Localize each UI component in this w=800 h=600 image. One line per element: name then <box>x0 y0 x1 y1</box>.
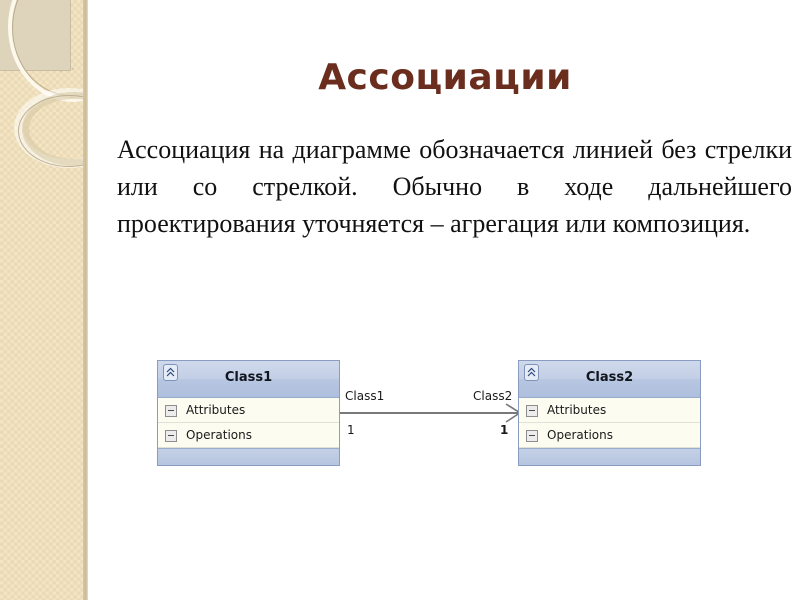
uml-compartment-operations[interactable]: Operations <box>158 423 339 448</box>
uml-class-header: Class2 <box>519 361 700 398</box>
association-source-role-label: Class1 <box>345 389 385 403</box>
uml-compartment-attributes[interactable]: Attributes <box>519 398 700 423</box>
uml-compartment-label: Operations <box>547 428 613 442</box>
slide-body-paragraph: Ассоциация на диаграмме обозначается лин… <box>117 135 792 238</box>
uml-class-diagram: Class1 Class2 1 1 Class1 Attributes Oper… <box>140 345 740 495</box>
minus-box-icon[interactable] <box>165 405 177 417</box>
minus-box-icon[interactable] <box>165 430 177 442</box>
uml-class-box[interactable]: Class2 Attributes Operations <box>518 360 701 466</box>
uml-class-footer <box>519 448 700 465</box>
decorative-sidebar <box>0 0 88 600</box>
uml-compartment-attributes[interactable]: Attributes <box>158 398 339 423</box>
uml-compartment-label: Attributes <box>186 403 246 417</box>
sidebar-edge-stripe <box>83 0 88 600</box>
association-source-multiplicity: 1 <box>347 423 355 437</box>
uml-compartment-label: Attributes <box>547 403 607 417</box>
uml-class-box[interactable]: Class1 Attributes Operations <box>157 360 340 466</box>
uml-compartment-operations[interactable]: Operations <box>519 423 700 448</box>
association-target-role-label: Class2 <box>473 389 513 403</box>
decorative-dot <box>60 70 62 72</box>
uml-class-footer <box>158 448 339 465</box>
association-target-multiplicity: 1 <box>500 423 509 437</box>
minus-box-icon[interactable] <box>526 430 538 442</box>
uml-compartment-label: Operations <box>186 428 252 442</box>
uml-class-name: Class1 <box>224 370 273 385</box>
minus-box-icon[interactable] <box>526 405 538 417</box>
association-line <box>340 412 520 414</box>
slide-canvas: Ассоциации Ассоциация на диаграмме обозн… <box>0 0 800 600</box>
uml-class-header: Class1 <box>158 361 339 398</box>
slide-title: Ассоциации <box>318 57 572 98</box>
uml-class-name: Class2 <box>585 370 634 385</box>
decorative-dot <box>72 68 74 70</box>
